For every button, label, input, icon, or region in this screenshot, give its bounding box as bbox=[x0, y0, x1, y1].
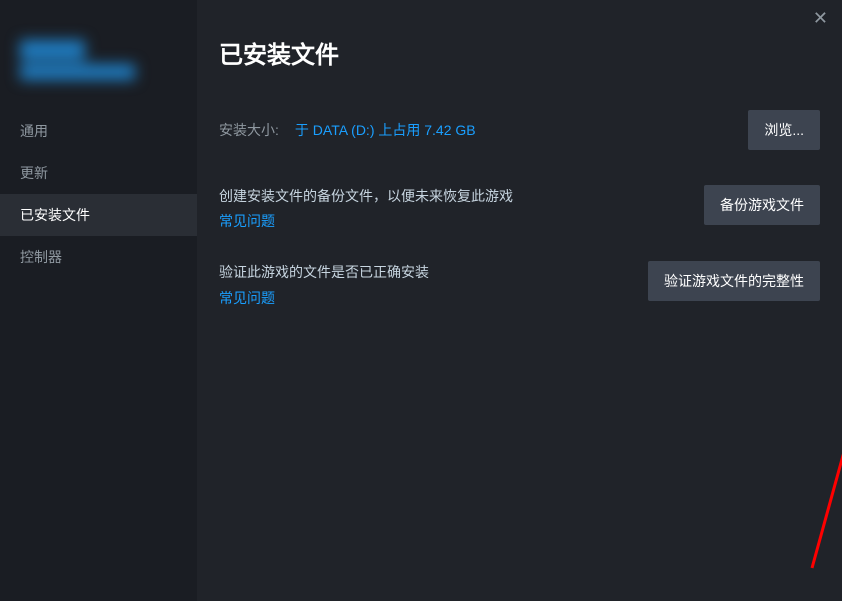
backup-button[interactable]: 备份游戏文件 bbox=[704, 185, 820, 225]
sidebar-item-controller[interactable]: 控制器 bbox=[0, 236, 197, 278]
sidebar-item-label: 已安装文件 bbox=[20, 207, 90, 223]
sidebar-item-label: 更新 bbox=[20, 165, 48, 181]
sidebar-header bbox=[0, 30, 197, 110]
sidebar-item-installed-files[interactable]: 已安装文件 bbox=[0, 194, 197, 236]
main-panel: 已安装文件 安装大小: 于 DATA (D:) 上占用 7.42 GB 浏览..… bbox=[197, 0, 842, 601]
sidebar-item-updates[interactable]: 更新 bbox=[0, 152, 197, 194]
sidebar-item-label: 控制器 bbox=[20, 249, 62, 265]
install-size-row: 安装大小: 于 DATA (D:) 上占用 7.42 GB 浏览... bbox=[219, 110, 820, 150]
page-title: 已安装文件 bbox=[219, 35, 820, 70]
sidebar-item-label: 通用 bbox=[20, 123, 48, 139]
close-icon[interactable]: ✕ bbox=[813, 8, 828, 29]
verify-button[interactable]: 验证游戏文件的完整性 bbox=[648, 261, 820, 301]
verify-desc: 验证此游戏的文件是否已正确安装 bbox=[219, 261, 648, 283]
backup-faq-link[interactable]: 常见问题 bbox=[219, 213, 275, 229]
browse-button[interactable]: 浏览... bbox=[748, 110, 820, 150]
install-size-value[interactable]: 于 DATA (D:) 上占用 7.42 GB bbox=[295, 120, 476, 140]
verify-section: 验证此游戏的文件是否已正确安装 常见问题 验证游戏文件的完整性 bbox=[219, 261, 820, 307]
verify-faq-link[interactable]: 常见问题 bbox=[219, 290, 275, 306]
backup-section: 创建安装文件的备份文件，以便未来恢复此游戏 常见问题 备份游戏文件 bbox=[219, 185, 820, 231]
sidebar: 通用 更新 已安装文件 控制器 bbox=[0, 0, 197, 601]
install-size-label: 安装大小: bbox=[219, 120, 279, 140]
sidebar-item-general[interactable]: 通用 bbox=[0, 110, 197, 152]
backup-desc: 创建安装文件的备份文件，以便未来恢复此游戏 bbox=[219, 185, 704, 207]
